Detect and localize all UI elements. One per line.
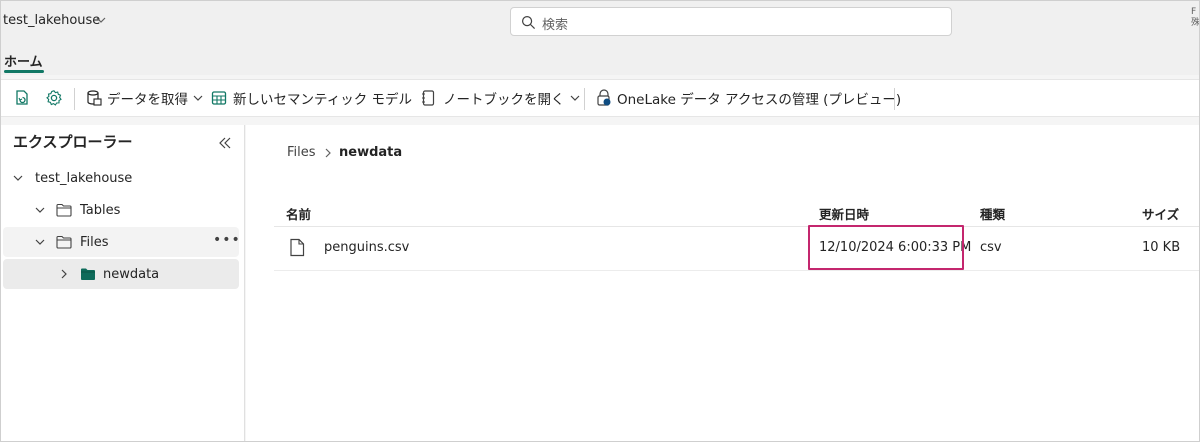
gear-icon: [46, 90, 62, 106]
tab-active-indicator: [4, 70, 44, 73]
size-cell: 10 KB: [1142, 240, 1181, 255]
chevron-down-icon: [570, 95, 579, 101]
folder-icon: [56, 203, 72, 217]
get-data-label: データを取得: [107, 92, 188, 108]
column-header-type[interactable]: 種類: [980, 204, 1005, 223]
lock-shield-icon: [597, 89, 611, 106]
workspace-name[interactable]: test_lakehouse: [3, 13, 100, 28]
new-data-icon-button[interactable]: [13, 80, 31, 116]
chevron-right-icon: [325, 148, 331, 158]
new-semantic-model-label: 新しいセマンティック モデル: [233, 92, 412, 108]
toolbar-separator: [584, 88, 585, 110]
file-list-pane: Files newdata 名前 更新日時 種類 サイズ penguins.cs…: [246, 125, 1199, 441]
double-chevron-left-icon[interactable]: [217, 135, 233, 151]
file-name-cell[interactable]: penguins.csv: [324, 240, 409, 255]
notebook-icon: [422, 90, 435, 106]
open-notebook-button[interactable]: ノートブックを開く: [421, 80, 581, 116]
refresh-data-icon: [16, 90, 28, 105]
annotation-highlight-box: [808, 225, 964, 270]
toolbar-separator: [894, 88, 895, 110]
row-divider: [274, 270, 1199, 271]
tree-item-label: newdata: [103, 266, 160, 282]
explorer-title: エクスプローラー: [13, 133, 133, 151]
chevron-down-icon[interactable]: [94, 13, 108, 27]
ribbon-tabs: ホーム: [1, 43, 1199, 75]
search-icon: [521, 15, 536, 30]
chevron-down-icon[interactable]: [34, 236, 46, 248]
settings-button[interactable]: [45, 80, 63, 116]
onelake-access-label: OneLake データ アクセスの管理 (プレビュー): [617, 92, 902, 108]
search-placeholder: 検索: [542, 18, 569, 33]
tree-item-newdata[interactable]: newdata: [3, 259, 239, 289]
header-divider: [274, 226, 1199, 227]
tree-item-label: test_lakehouse: [35, 170, 133, 186]
more-options-icon[interactable]: •••: [213, 232, 241, 248]
ribbon-toolbar: データを取得 新しいセマンティック モデル ノートブックを開く OneLake …: [1, 79, 1199, 117]
database-icon: [87, 90, 102, 106]
tree-item-lakehouse[interactable]: test_lakehouse: [3, 163, 239, 193]
chevron-down-icon[interactable]: [34, 204, 46, 216]
breadcrumb-files[interactable]: Files: [287, 145, 316, 160]
tree-item-files[interactable]: Files •••: [3, 227, 241, 257]
column-header-name[interactable]: 名前: [286, 204, 311, 223]
folder-icon: [81, 268, 95, 280]
search-box[interactable]: 検索: [510, 7, 952, 36]
tree-item-tables[interactable]: Tables: [3, 195, 239, 225]
open-notebook-label: ノートブックを開く: [443, 92, 565, 108]
column-header-size[interactable]: サイズ: [1142, 204, 1179, 223]
explorer-pane: エクスプローラー test_lakehouse Tables Files •••…: [1, 125, 245, 441]
type-cell: csv: [980, 240, 1002, 255]
account-corner-text[interactable]: F 殊: [1191, 7, 1199, 29]
toolbar-separator: [74, 88, 75, 110]
tree-item-label: Tables: [80, 202, 121, 218]
get-data-button[interactable]: データを取得: [85, 80, 204, 116]
new-semantic-model-button[interactable]: 新しいセマンティック モデル: [211, 80, 412, 116]
app-window: test_lakehouse 検索 F 殊 ホーム データを取得 新しいセマンテ…: [0, 0, 1200, 442]
chevron-down-icon[interactable]: [12, 172, 24, 184]
chevron-right-icon[interactable]: [58, 268, 70, 280]
document-icon: [290, 238, 305, 257]
table-grid-icon: [211, 91, 227, 105]
tab-home[interactable]: ホーム: [4, 51, 43, 70]
chevron-down-icon: [193, 95, 203, 101]
onelake-access-button[interactable]: OneLake データ アクセスの管理 (プレビュー): [595, 80, 901, 116]
folder-icon: [56, 235, 72, 249]
top-bar: test_lakehouse 検索 F 殊: [1, 1, 1199, 43]
column-header-modified[interactable]: 更新日時: [819, 204, 869, 223]
breadcrumb-current: newdata: [339, 145, 403, 160]
tree-item-label: Files: [80, 234, 109, 250]
